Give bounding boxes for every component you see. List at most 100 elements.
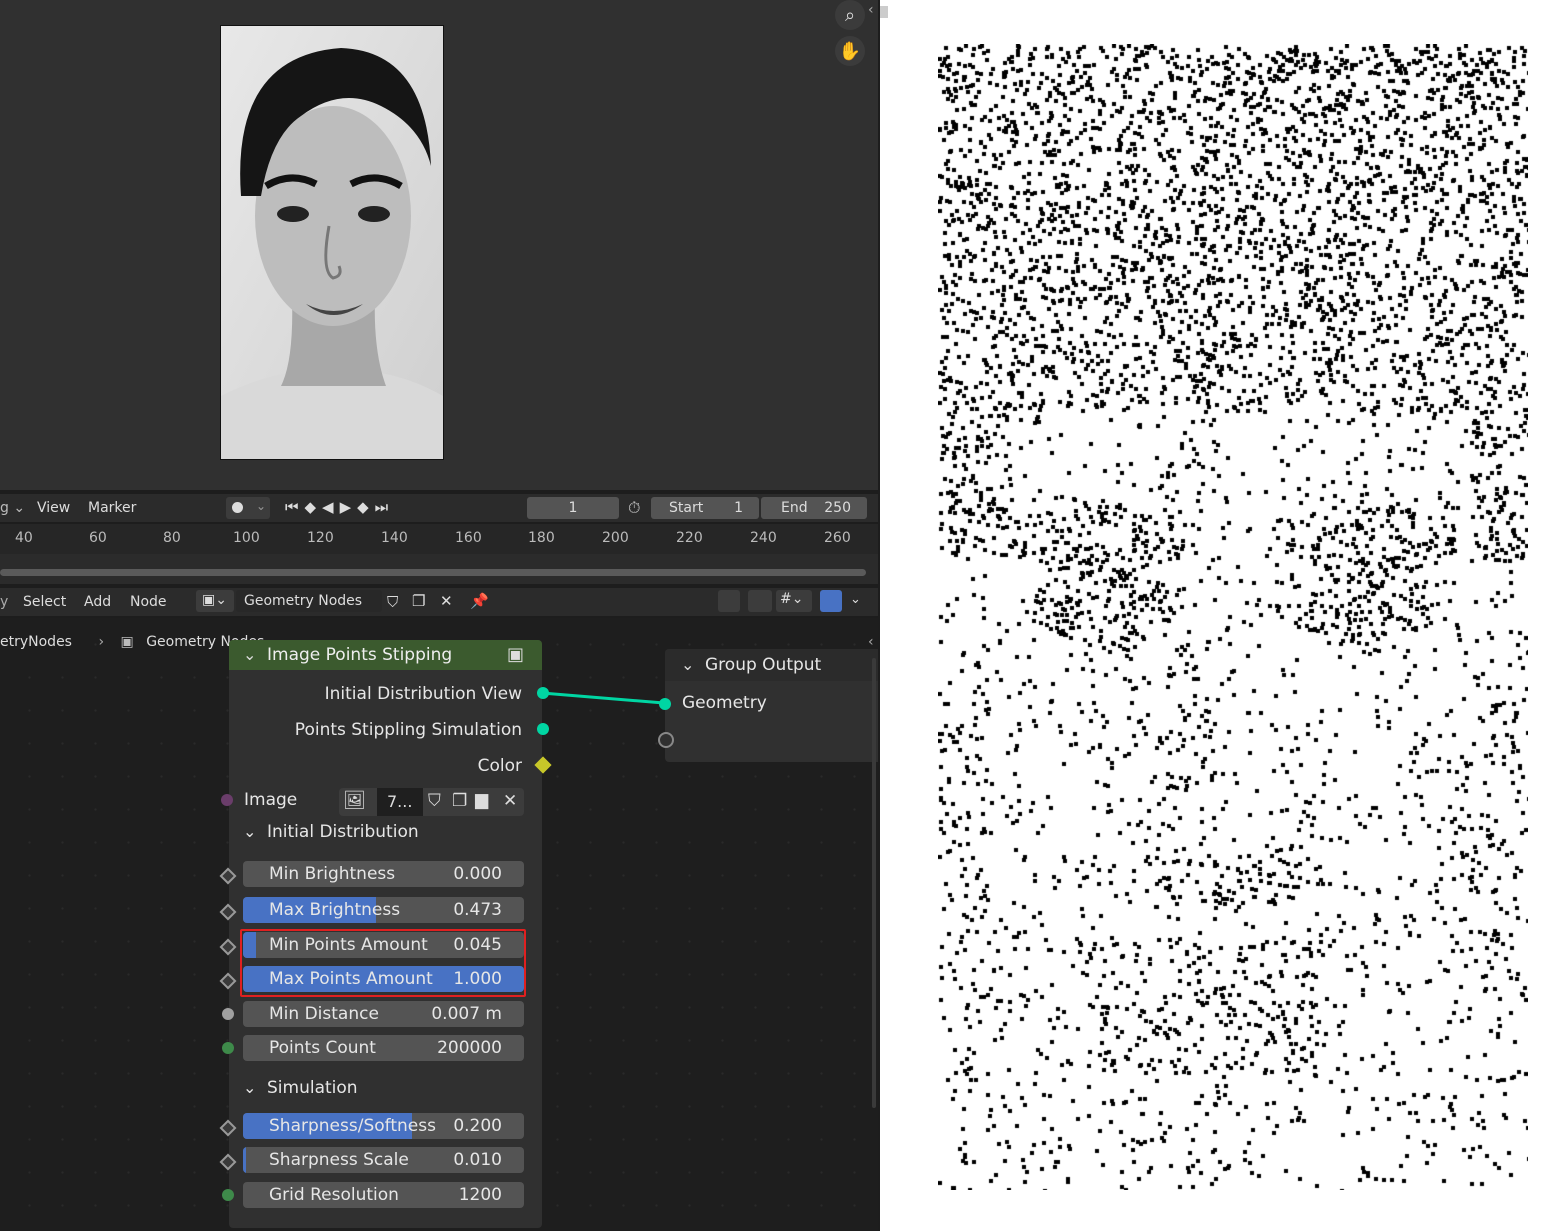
integer-input-socket[interactable]	[222, 1042, 234, 1054]
empty-input-socket[interactable]	[658, 732, 674, 748]
duplicate-icon[interactable]: ❐	[412, 592, 425, 610]
value-fill	[243, 932, 256, 958]
field-label: Min Distance	[269, 1004, 379, 1024]
record-button[interactable]: ⌄	[226, 497, 270, 519]
ruler-tick: 240	[750, 530, 777, 546]
sharpness-scale-field[interactable]: Sharpness Scale 0.010	[243, 1147, 524, 1173]
field-label: Grid Resolution	[269, 1185, 399, 1205]
playback-controls[interactable]: ⏮◆◀▶◆⏭	[285, 498, 394, 516]
record-icon	[232, 502, 243, 513]
start-frame-field[interactable]: Start 1	[651, 497, 759, 519]
end-frame-field[interactable]: End 250	[761, 497, 867, 519]
geometry-output-socket[interactable]	[537, 687, 549, 699]
image-name-field[interactable]: 7...	[377, 788, 423, 816]
geometry-output-socket[interactable]	[537, 723, 549, 735]
overlay-dropdown-chevron-icon[interactable]: ⌄	[850, 592, 861, 607]
section-simulation[interactable]: ⌄ Simulation	[229, 1072, 542, 1106]
stopwatch-icon[interactable]: ⏱	[628, 498, 640, 518]
field-value: 0.000	[453, 864, 502, 884]
min-brightness-field[interactable]: Min Brightness 0.000	[243, 861, 524, 887]
unlink-x-icon[interactable]: ✕	[440, 592, 453, 610]
grid-resolution-field[interactable]: Grid Resolution 1200	[243, 1182, 524, 1208]
sharpness-softness-field[interactable]: Sharpness/Softness 0.200	[243, 1113, 524, 1139]
chevron-down-icon: ⌄	[256, 499, 267, 513]
integer-input-socket[interactable]	[222, 1189, 234, 1201]
ruler-tick: 160	[455, 530, 482, 546]
section-initial-distribution[interactable]: ⌄ Initial Distribution	[229, 816, 542, 850]
node-header[interactable]: ⌄ Image Points Stipping ▣	[229, 640, 542, 670]
unlink-x-icon[interactable]: ✕	[503, 791, 517, 811]
image-name: 7...	[387, 792, 413, 811]
min-points-amount-field[interactable]: Min Points Amount 0.045	[243, 932, 524, 958]
snap-magnet-icon[interactable]	[748, 590, 772, 612]
field-value: 0.200	[453, 1116, 502, 1136]
section-title: Simulation	[267, 1078, 358, 1098]
field-label: Min Brightness	[269, 864, 396, 884]
zoom-icon[interactable]: ⌕	[835, 0, 865, 30]
max-brightness-field[interactable]: Max Brightness 0.473	[243, 897, 524, 923]
image-browse-icon[interactable]: 🖼	[343, 790, 366, 811]
duplicate-icon[interactable]: ❐	[452, 791, 467, 811]
field-value: 0.010	[453, 1150, 502, 1170]
image-editor[interactable]: ⌕ ✋ ‹	[0, 0, 878, 490]
node-group-icon[interactable]: ▣	[507, 644, 524, 665]
ruler-tick: 80	[163, 530, 181, 546]
menu-marker[interactable]: Marker	[88, 500, 136, 516]
parent-node-tree-icon[interactable]	[718, 590, 740, 612]
ruler-tick: 220	[676, 530, 703, 546]
collapse-chevron-icon[interactable]: ⌄	[243, 645, 256, 664]
field-value: 0.045	[453, 935, 502, 955]
dropdown-chevron-icon[interactable]: g ⌄	[0, 500, 25, 516]
ruler-tick: 260	[824, 530, 851, 546]
node-header[interactable]: ⌄ Group Output	[665, 649, 878, 681]
node-title: Group Output	[705, 655, 822, 675]
max-points-amount-field[interactable]: Max Points Amount 1.000	[243, 966, 524, 992]
timeline-scrollbar[interactable]	[0, 569, 866, 576]
sidebar-toggle-chevron-icon[interactable]: ‹	[868, 634, 874, 650]
start-label: Start	[669, 500, 704, 516]
min-distance-field[interactable]: Min Distance 0.007 m	[243, 1001, 524, 1027]
geometry-input-socket[interactable]	[659, 698, 671, 710]
node-editor-canvas[interactable]: etryNodes › ▣ Geometry Nodes ⌄ Image Poi…	[0, 618, 878, 1231]
timeline-track[interactable]	[0, 554, 878, 584]
timeline-ruler[interactable]: 40 60 80 100 120 140 160 180 200 220 240…	[0, 524, 878, 554]
pin-icon[interactable]: 📌	[470, 592, 489, 610]
hand-pan-icon[interactable]: ✋	[835, 36, 865, 66]
panel-handle[interactable]	[880, 6, 888, 18]
node-tree-name-field[interactable]: Geometry Nodes	[236, 590, 382, 612]
group-output-node[interactable]: ⌄ Group Output Geometry	[665, 649, 878, 762]
node-tree-type-icon[interactable]: ▣⌄	[196, 590, 234, 612]
image-input-socket[interactable]	[221, 794, 233, 806]
fake-user-shield-icon[interactable]: ⛉	[428, 791, 441, 811]
menu-view[interactable]: View	[37, 500, 70, 516]
menu-truncated[interactable]: y	[0, 594, 8, 610]
fake-user-shield-icon[interactable]: ⛉	[387, 593, 398, 611]
field-label: Max Points Amount	[269, 969, 433, 989]
overlay-toggle-icon[interactable]	[820, 590, 842, 612]
chevron-left-icon[interactable]: ‹	[868, 2, 874, 18]
vertical-scrollbar[interactable]	[872, 658, 876, 1108]
open-folder-icon[interactable]: ▆	[475, 790, 488, 810]
geometry-link[interactable]	[541, 691, 665, 705]
field-value: 1.000	[453, 969, 502, 989]
start-value: 1	[734, 500, 743, 516]
menu-node[interactable]: Node	[130, 594, 167, 610]
node-tree-name: Geometry Nodes	[244, 593, 363, 609]
points-count-field[interactable]: Points Count 200000	[243, 1035, 524, 1061]
collapse-chevron-icon[interactable]: ⌄	[243, 822, 256, 841]
image-selector[interactable]: 🖼 7... ⛉ ❐ ▆ ✕	[339, 788, 524, 816]
collapse-chevron-icon[interactable]: ⌄	[681, 655, 694, 674]
field-label: Sharpness/Softness	[269, 1116, 436, 1136]
field-label: Min Points Amount	[269, 935, 428, 955]
field-value: 0.473	[453, 900, 502, 920]
menu-add[interactable]: Add	[84, 594, 111, 610]
snap-grid-icon[interactable]: #⌄	[776, 590, 812, 612]
ruler-tick: 120	[307, 530, 334, 546]
ruler-tick: 200	[602, 530, 629, 546]
stipple-points-image	[938, 44, 1528, 1190]
current-frame-field[interactable]: 1	[527, 497, 619, 519]
menu-select[interactable]: Select	[23, 594, 66, 610]
float-input-socket[interactable]	[222, 1008, 234, 1020]
field-label: Sharpness Scale	[269, 1150, 409, 1170]
collapse-chevron-icon[interactable]: ⌄	[243, 1078, 256, 1097]
